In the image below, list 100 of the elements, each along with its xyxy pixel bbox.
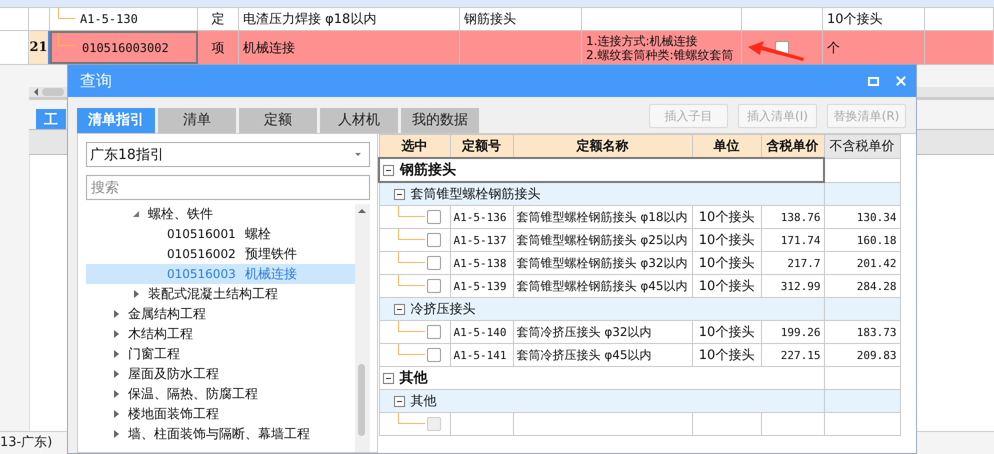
checkbox[interactable] [426, 233, 440, 247]
name-text: 电渣压力焊接 φ18以内 [243, 11, 376, 28]
scrollbar-thumb[interactable] [42, 88, 64, 96]
name-cell: 套筒锥型螺栓钢筋接头 φ18以内 [513, 206, 692, 228]
tree-item[interactable]: 装配式混凝土结构工程 [86, 284, 355, 304]
collapsed-triangle-icon[interactable] [114, 350, 119, 358]
collapse-icon[interactable] [394, 396, 404, 406]
column-header[interactable]: 定额号 [450, 134, 513, 158]
tree-line [398, 322, 424, 332]
checkbox[interactable] [426, 279, 440, 293]
collapse-icon[interactable] [383, 164, 394, 176]
tree-item[interactable]: 保温、隔热、防腐工程 [86, 384, 355, 404]
subgroup-label: 冷挤压接头 [410, 301, 476, 318]
price-cell: 183.73 [824, 320, 900, 344]
collapsed-triangle-icon[interactable] [114, 330, 119, 338]
type-text: 项 [212, 40, 224, 56]
price-cell: 199.26 [761, 320, 824, 344]
maximize-icon[interactable] [868, 76, 879, 86]
tree-line [398, 276, 424, 286]
arrow-icon [748, 41, 804, 61]
caret-icon [355, 153, 361, 156]
checkbox[interactable] [426, 256, 440, 270]
tab[interactable]: 人材机 [320, 108, 398, 133]
name-cell: 套筒冷挤压接头 φ32以内 [513, 320, 692, 344]
price-cell: 160.18 [824, 228, 900, 252]
unit-cell: 10个接头 [692, 228, 761, 252]
name-text: 机械连接 [243, 40, 295, 56]
tree-line [398, 414, 424, 424]
code-text: 010516003002 [82, 40, 169, 54]
tab[interactable]: 我的数据 [401, 108, 479, 133]
checkbox[interactable] [426, 210, 440, 224]
tree-line [398, 252, 424, 263]
tree-item[interactable]: 金属结构工程 [86, 304, 355, 324]
search-field[interactable]: 搜索 [86, 175, 370, 200]
price-cell: 171.74 [761, 228, 824, 252]
column-header[interactable]: 不含税单价 [824, 134, 900, 158]
collapsed-triangle-icon[interactable] [114, 430, 119, 438]
tree-item[interactable]: 屋面及防水工程 [86, 364, 355, 384]
table-row[interactable]: 21 010516003002 项 机械连接 1.连接方式:机械连接 2.螺纹套筒种类:锥螺纹套筒 个 [0, 31, 994, 65]
collapse-icon[interactable] [394, 188, 404, 200]
table-row[interactable]: A1-5-130 定 电渣压力焊接 φ18以内 钢筋接头 10个接头 [0, 8, 994, 31]
tree-item[interactable]: 楼地面装饰工程 [86, 404, 355, 424]
collapsed-triangle-icon[interactable] [114, 390, 119, 398]
collapsed-triangle-icon[interactable] [114, 310, 119, 318]
group-label: 其他 [400, 369, 428, 387]
code-cell: A1-5-136 [450, 206, 513, 228]
guide-dropdown[interactable]: 广东18指引 [86, 142, 370, 167]
tab[interactable]: 清单 [158, 108, 236, 133]
column-header[interactable]: 选中 [379, 134, 450, 158]
unit-text: 10个接头 [827, 11, 883, 28]
tree-line [398, 344, 424, 355]
tree-line [58, 33, 75, 46]
scroll-up-icon[interactable] [358, 209, 366, 213]
collapsed-triangle-icon[interactable] [114, 410, 119, 418]
price-cell: 138.76 [761, 206, 824, 228]
tree-item[interactable]: 木结构工程 [86, 324, 355, 344]
collapsed-triangle-icon[interactable] [134, 290, 139, 298]
scroll-left-icon[interactable] [34, 88, 38, 96]
subgroup-label: 其他 [410, 393, 436, 410]
collapse-icon[interactable] [382, 372, 394, 384]
tree-line [398, 206, 424, 217]
column-header[interactable]: 单位 [692, 134, 761, 158]
price-cell: 217.7 [761, 252, 824, 274]
code-cell: A1-5-140 [450, 320, 513, 344]
group-row[interactable]: 其他 [379, 366, 824, 390]
checkbox[interactable] [426, 348, 440, 362]
unit-text: 个 [827, 40, 840, 56]
group-label: 钢筋接头 [400, 161, 456, 179]
code-text: A1-5-130 [80, 12, 138, 26]
cell-text: 钢筋接头 [464, 11, 516, 28]
column-header[interactable]: 定额名称 [513, 134, 692, 158]
tree-line [398, 230, 424, 240]
name-cell: 套筒锥型螺栓钢筋接头 φ32以内 [513, 252, 692, 274]
tree-item[interactable]: 螺栓、铁件 [86, 204, 355, 224]
price-cell: 201.42 [824, 252, 900, 274]
collapse-icon[interactable] [394, 304, 404, 314]
price-cell: 130.34 [824, 206, 900, 228]
scrollbar-thumb[interactable] [358, 364, 365, 436]
tab[interactable]: 定额 [239, 108, 317, 133]
close-icon[interactable] [896, 76, 906, 86]
type-text: 定 [212, 11, 224, 28]
subgroup-label: 套筒锥型螺栓钢筋接头 [410, 186, 540, 203]
dialog-title: 查询 [80, 70, 113, 92]
tree-line [58, 8, 75, 19]
tree-item[interactable]: 010516001 螺栓 [86, 224, 355, 244]
feature-text: 1.连接方式:机械连接 [586, 34, 698, 48]
feature-text: 2.螺纹套筒种类:锥螺纹套筒 [586, 48, 734, 62]
name-cell: 套筒锥型螺栓钢筋接头 φ25以内 [513, 228, 692, 252]
unit-cell: 10个接头 [692, 206, 761, 228]
group-row[interactable]: 钢筋接头 [379, 158, 824, 182]
collapsed-triangle-icon[interactable] [114, 370, 119, 378]
code-cell: A1-5-138 [450, 252, 513, 274]
unit-cell: 10个接头 [692, 320, 761, 344]
tree-item[interactable]: 010516002 预埋铁件 [86, 244, 355, 264]
unit-cell: 10个接头 [692, 252, 761, 274]
column-header[interactable]: 含税单价 [761, 134, 824, 158]
checkbox[interactable] [426, 325, 440, 339]
tree-item[interactable]: 门窗工程 [86, 344, 355, 364]
code-cell: A1-5-137 [450, 228, 513, 252]
expanded-triangle-icon[interactable] [133, 211, 139, 217]
